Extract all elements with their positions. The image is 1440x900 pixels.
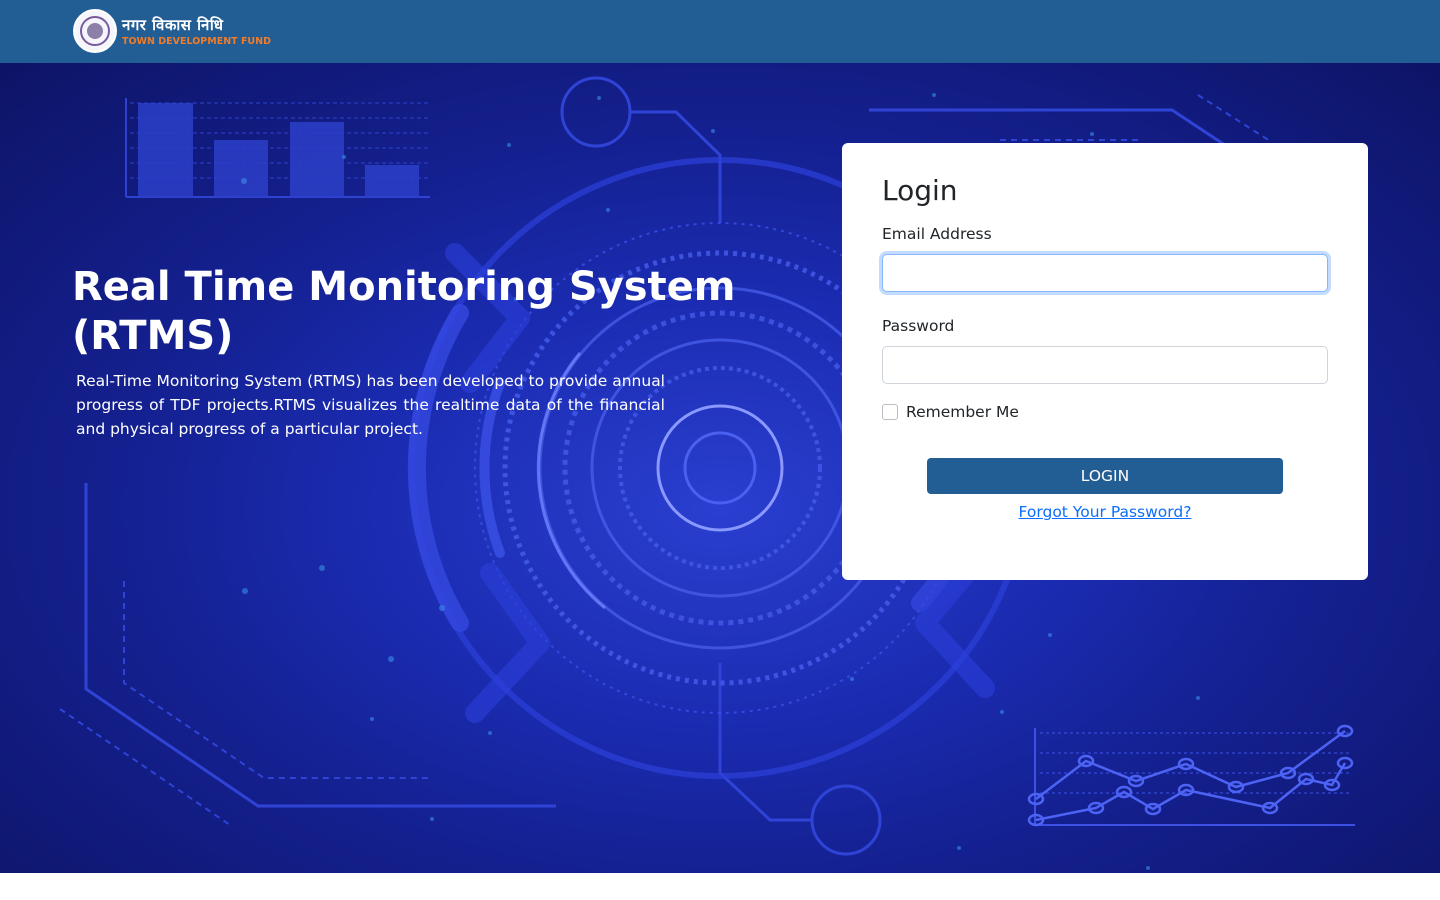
emblem-seal-icon [73,9,117,53]
remember-me[interactable]: Remember Me [882,403,1019,421]
email-label: Email Address [882,225,992,243]
login-title: Login [882,174,958,207]
hero-title: Real Time Monitoring System (RTMS) [72,264,736,359]
hero-description: Real-Time Monitoring System (RTMS) has b… [76,372,665,438]
brand-logo[interactable]: नगर विकास निधि TOWN DEVELOPMENT FUND [73,9,271,53]
forgot-password-row: Forgot Your Password? [842,502,1368,521]
top-navbar: नगर विकास निधि TOWN DEVELOPMENT FUND [0,0,1440,63]
email-field[interactable] [882,254,1328,292]
brand-name-hindi: नगर विकास निधि [122,15,224,34]
password-field[interactable] [882,346,1328,384]
password-label: Password [882,317,955,335]
remember-me-checkbox[interactable] [882,404,898,420]
brand-text: नगर विकास निधि TOWN DEVELOPMENT FUND [122,15,271,48]
login-card: Login Email Address Password Remember Me… [842,143,1368,580]
brand-name-english: TOWN DEVELOPMENT FUND [122,35,271,47]
login-button[interactable]: LOGIN [927,458,1283,494]
remember-me-label[interactable]: Remember Me [906,403,1019,421]
forgot-password-link[interactable]: Forgot Your Password? [1019,503,1192,521]
